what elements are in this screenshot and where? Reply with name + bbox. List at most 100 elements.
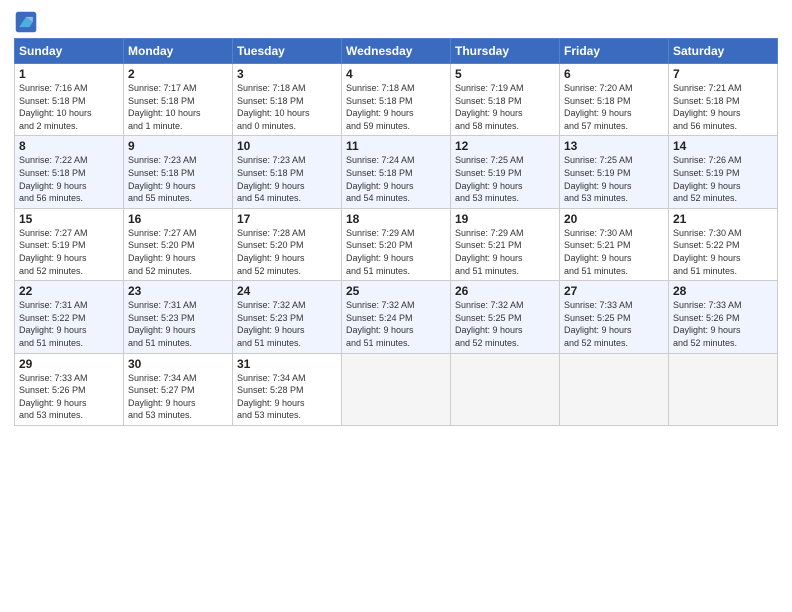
day-info: Sunrise: 7:25 AM Sunset: 5:19 PM Dayligh… — [455, 154, 555, 204]
day-info: Sunrise: 7:33 AM Sunset: 5:25 PM Dayligh… — [564, 299, 664, 349]
day-info: Sunrise: 7:21 AM Sunset: 5:18 PM Dayligh… — [673, 82, 773, 132]
day-info: Sunrise: 7:24 AM Sunset: 5:18 PM Dayligh… — [346, 154, 446, 204]
day-number: 21 — [673, 212, 773, 226]
calendar-cell: 26Sunrise: 7:32 AM Sunset: 5:25 PM Dayli… — [451, 281, 560, 353]
day-number: 18 — [346, 212, 446, 226]
calendar-cell: 3Sunrise: 7:18 AM Sunset: 5:18 PM Daylig… — [233, 64, 342, 136]
calendar-cell: 19Sunrise: 7:29 AM Sunset: 5:21 PM Dayli… — [451, 208, 560, 280]
calendar-cell: 13Sunrise: 7:25 AM Sunset: 5:19 PM Dayli… — [560, 136, 669, 208]
day-number: 15 — [19, 212, 119, 226]
day-info: Sunrise: 7:18 AM Sunset: 5:18 PM Dayligh… — [237, 82, 337, 132]
day-number: 29 — [19, 357, 119, 371]
day-info: Sunrise: 7:18 AM Sunset: 5:18 PM Dayligh… — [346, 82, 446, 132]
calendar-cell: 14Sunrise: 7:26 AM Sunset: 5:19 PM Dayli… — [669, 136, 778, 208]
day-number: 16 — [128, 212, 228, 226]
day-info: Sunrise: 7:16 AM Sunset: 5:18 PM Dayligh… — [19, 82, 119, 132]
day-info: Sunrise: 7:25 AM Sunset: 5:19 PM Dayligh… — [564, 154, 664, 204]
day-info: Sunrise: 7:32 AM Sunset: 5:24 PM Dayligh… — [346, 299, 446, 349]
calendar-cell: 29Sunrise: 7:33 AM Sunset: 5:26 PM Dayli… — [15, 353, 124, 425]
day-number: 11 — [346, 139, 446, 153]
day-number: 6 — [564, 67, 664, 81]
calendar-cell: 20Sunrise: 7:30 AM Sunset: 5:21 PM Dayli… — [560, 208, 669, 280]
calendar-cell: 8Sunrise: 7:22 AM Sunset: 5:18 PM Daylig… — [15, 136, 124, 208]
calendar-cell: 25Sunrise: 7:32 AM Sunset: 5:24 PM Dayli… — [342, 281, 451, 353]
calendar-cell: 11Sunrise: 7:24 AM Sunset: 5:18 PM Dayli… — [342, 136, 451, 208]
calendar-cell: 9Sunrise: 7:23 AM Sunset: 5:18 PM Daylig… — [124, 136, 233, 208]
day-number: 17 — [237, 212, 337, 226]
day-info: Sunrise: 7:31 AM Sunset: 5:23 PM Dayligh… — [128, 299, 228, 349]
col-header-thursday: Thursday — [451, 39, 560, 64]
page-container: SundayMondayTuesdayWednesdayThursdayFrid… — [0, 0, 792, 436]
calendar-cell: 28Sunrise: 7:33 AM Sunset: 5:26 PM Dayli… — [669, 281, 778, 353]
calendar-cell: 24Sunrise: 7:32 AM Sunset: 5:23 PM Dayli… — [233, 281, 342, 353]
calendar-cell: 1Sunrise: 7:16 AM Sunset: 5:18 PM Daylig… — [15, 64, 124, 136]
calendar-cell: 4Sunrise: 7:18 AM Sunset: 5:18 PM Daylig… — [342, 64, 451, 136]
day-info: Sunrise: 7:23 AM Sunset: 5:18 PM Dayligh… — [237, 154, 337, 204]
day-number: 25 — [346, 284, 446, 298]
day-info: Sunrise: 7:19 AM Sunset: 5:18 PM Dayligh… — [455, 82, 555, 132]
day-number: 5 — [455, 67, 555, 81]
day-number: 27 — [564, 284, 664, 298]
day-info: Sunrise: 7:20 AM Sunset: 5:18 PM Dayligh… — [564, 82, 664, 132]
day-number: 13 — [564, 139, 664, 153]
calendar-cell: 17Sunrise: 7:28 AM Sunset: 5:20 PM Dayli… — [233, 208, 342, 280]
calendar-cell: 18Sunrise: 7:29 AM Sunset: 5:20 PM Dayli… — [342, 208, 451, 280]
col-header-wednesday: Wednesday — [342, 39, 451, 64]
calendar-cell: 2Sunrise: 7:17 AM Sunset: 5:18 PM Daylig… — [124, 64, 233, 136]
day-number: 4 — [346, 67, 446, 81]
day-number: 12 — [455, 139, 555, 153]
calendar-cell — [560, 353, 669, 425]
day-number: 30 — [128, 357, 228, 371]
calendar-cell: 10Sunrise: 7:23 AM Sunset: 5:18 PM Dayli… — [233, 136, 342, 208]
day-number: 9 — [128, 139, 228, 153]
day-info: Sunrise: 7:31 AM Sunset: 5:22 PM Dayligh… — [19, 299, 119, 349]
day-info: Sunrise: 7:30 AM Sunset: 5:21 PM Dayligh… — [564, 227, 664, 277]
calendar-cell: 22Sunrise: 7:31 AM Sunset: 5:22 PM Dayli… — [15, 281, 124, 353]
col-header-sunday: Sunday — [15, 39, 124, 64]
day-info: Sunrise: 7:32 AM Sunset: 5:25 PM Dayligh… — [455, 299, 555, 349]
day-number: 7 — [673, 67, 773, 81]
calendar-cell — [451, 353, 560, 425]
calendar-cell: 16Sunrise: 7:27 AM Sunset: 5:20 PM Dayli… — [124, 208, 233, 280]
calendar-week-1: 8Sunrise: 7:22 AM Sunset: 5:18 PM Daylig… — [15, 136, 778, 208]
calendar-cell: 6Sunrise: 7:20 AM Sunset: 5:18 PM Daylig… — [560, 64, 669, 136]
calendar-cell: 7Sunrise: 7:21 AM Sunset: 5:18 PM Daylig… — [669, 64, 778, 136]
day-number: 23 — [128, 284, 228, 298]
day-info: Sunrise: 7:29 AM Sunset: 5:21 PM Dayligh… — [455, 227, 555, 277]
col-header-saturday: Saturday — [669, 39, 778, 64]
day-info: Sunrise: 7:33 AM Sunset: 5:26 PM Dayligh… — [673, 299, 773, 349]
day-info: Sunrise: 7:29 AM Sunset: 5:20 PM Dayligh… — [346, 227, 446, 277]
day-number: 2 — [128, 67, 228, 81]
day-info: Sunrise: 7:17 AM Sunset: 5:18 PM Dayligh… — [128, 82, 228, 132]
day-info: Sunrise: 7:33 AM Sunset: 5:26 PM Dayligh… — [19, 372, 119, 422]
logo-icon — [14, 10, 38, 34]
calendar-table: SundayMondayTuesdayWednesdayThursdayFrid… — [14, 38, 778, 426]
day-number: 28 — [673, 284, 773, 298]
calendar-cell: 31Sunrise: 7:34 AM Sunset: 5:28 PM Dayli… — [233, 353, 342, 425]
calendar-cell: 21Sunrise: 7:30 AM Sunset: 5:22 PM Dayli… — [669, 208, 778, 280]
col-header-tuesday: Tuesday — [233, 39, 342, 64]
calendar-cell — [669, 353, 778, 425]
day-info: Sunrise: 7:23 AM Sunset: 5:18 PM Dayligh… — [128, 154, 228, 204]
day-number: 14 — [673, 139, 773, 153]
day-number: 22 — [19, 284, 119, 298]
calendar-cell — [342, 353, 451, 425]
day-number: 10 — [237, 139, 337, 153]
calendar-cell: 15Sunrise: 7:27 AM Sunset: 5:19 PM Dayli… — [15, 208, 124, 280]
col-header-friday: Friday — [560, 39, 669, 64]
day-number: 3 — [237, 67, 337, 81]
day-info: Sunrise: 7:28 AM Sunset: 5:20 PM Dayligh… — [237, 227, 337, 277]
day-info: Sunrise: 7:32 AM Sunset: 5:23 PM Dayligh… — [237, 299, 337, 349]
calendar-cell: 23Sunrise: 7:31 AM Sunset: 5:23 PM Dayli… — [124, 281, 233, 353]
day-info: Sunrise: 7:34 AM Sunset: 5:27 PM Dayligh… — [128, 372, 228, 422]
col-header-monday: Monday — [124, 39, 233, 64]
calendar-cell: 27Sunrise: 7:33 AM Sunset: 5:25 PM Dayli… — [560, 281, 669, 353]
day-number: 1 — [19, 67, 119, 81]
day-info: Sunrise: 7:27 AM Sunset: 5:19 PM Dayligh… — [19, 227, 119, 277]
header — [14, 10, 778, 34]
logo — [14, 10, 42, 34]
day-number: 24 — [237, 284, 337, 298]
day-info: Sunrise: 7:22 AM Sunset: 5:18 PM Dayligh… — [19, 154, 119, 204]
day-info: Sunrise: 7:27 AM Sunset: 5:20 PM Dayligh… — [128, 227, 228, 277]
calendar-cell: 5Sunrise: 7:19 AM Sunset: 5:18 PM Daylig… — [451, 64, 560, 136]
